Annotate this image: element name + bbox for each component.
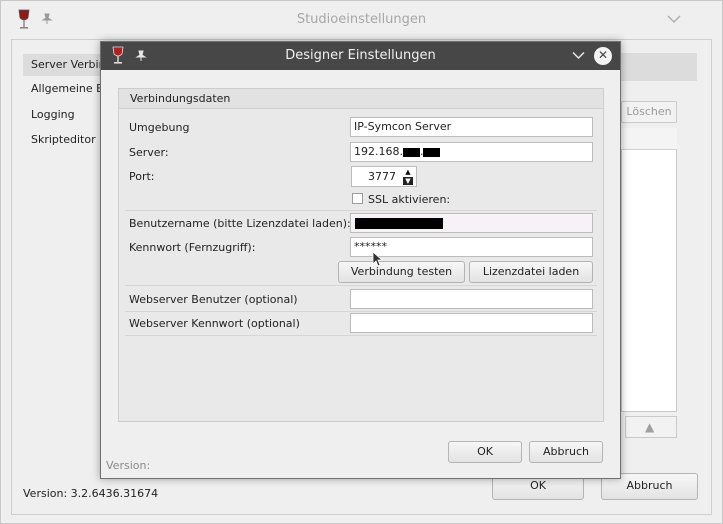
connection-group-header: Verbindungsdaten [119, 89, 603, 109]
webserver-password-label: Webserver Kennwort (optional) [129, 317, 300, 330]
server-list-header [621, 128, 677, 150]
port-label: Port: [129, 170, 155, 183]
webserver-password-field[interactable] [350, 313, 593, 333]
chevron-down-icon[interactable] [572, 51, 585, 60]
ssl-label: SSL aktivieren: [368, 193, 451, 206]
divider [125, 210, 597, 211]
environment-label: Umgebung [129, 121, 190, 134]
mouse-cursor-icon [372, 251, 384, 267]
server-field[interactable]: 192.168.. [350, 142, 593, 162]
username-field [350, 213, 593, 233]
redacted-mask [355, 217, 443, 229]
webserver-user-label: Webserver Benutzer (optional) [129, 293, 298, 306]
divider [125, 311, 597, 312]
move-up-button[interactable]: ▲ [625, 416, 677, 438]
content-header [619, 53, 697, 81]
version-text: Version: 3.2.6436.31674 [23, 487, 159, 500]
designer-settings-dialog: Designer Einstellungen ✕ Verbindungsdate… [100, 41, 621, 479]
dialog-title: Designer Einstellungen [285, 48, 436, 63]
load-license-button[interactable]: Lizenzdatei laden [469, 261, 593, 283]
webserver-user-field[interactable] [350, 289, 593, 309]
divider [125, 335, 597, 336]
server-value: 192.168. [354, 145, 403, 158]
window-titlebar: Studioeinstellungen [1, 1, 722, 39]
dialog-version-label: Version: [106, 459, 151, 472]
test-connection-button[interactable]: Verbindung testen [338, 261, 465, 283]
dialog-cancel-button[interactable]: Abbruch [529, 441, 603, 463]
redacted-mask [402, 147, 420, 157]
username-label: Benutzername (bitte Lizenzdatei laden): [129, 217, 351, 230]
divider [125, 285, 597, 286]
server-list[interactable] [621, 128, 677, 412]
dialog-ok-button[interactable]: OK [448, 441, 522, 463]
password-label: Kennwort (Fernzugriff): [129, 241, 256, 254]
port-stepper[interactable]: 3777 ▲ ▼ [351, 166, 417, 187]
close-icon[interactable]: ✕ [594, 47, 612, 65]
stepper-up-icon[interactable]: ▲ [403, 168, 413, 176]
arrow-up-icon: ▲ [645, 420, 655, 434]
port-value: 3777 [368, 170, 396, 183]
chevron-down-icon[interactable] [667, 14, 681, 24]
group-title: Verbindungsdaten [130, 92, 231, 105]
ssl-checkbox[interactable] [352, 193, 363, 204]
server-label: Server: [129, 146, 169, 159]
dialog-titlebar: Designer Einstellungen ✕ [101, 42, 620, 70]
stepper-down-icon[interactable]: ▼ [403, 177, 413, 185]
delete-button[interactable]: Löschen [621, 101, 677, 123]
password-field[interactable]: ****** [350, 237, 593, 257]
redacted-mask [423, 147, 441, 157]
environment-field[interactable]: IP-Symcon Server [350, 117, 593, 137]
window-title: Studioeinstellungen [296, 12, 427, 27]
